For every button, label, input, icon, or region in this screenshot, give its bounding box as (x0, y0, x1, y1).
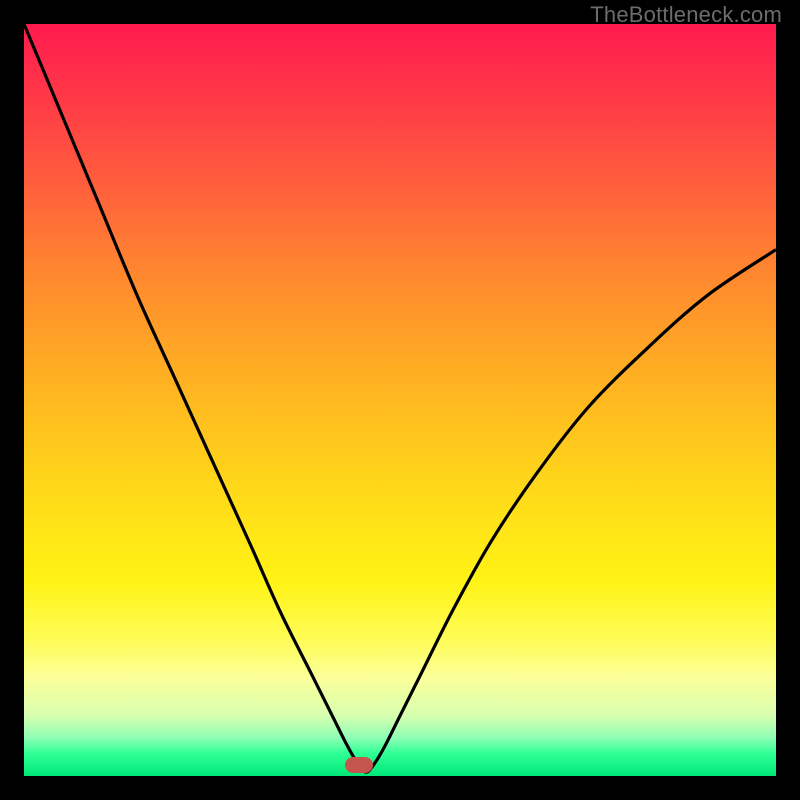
bottleneck-curve (24, 24, 776, 776)
optimal-point-marker (345, 757, 373, 773)
watermark-text: TheBottleneck.com (590, 2, 782, 28)
chart-frame: TheBottleneck.com (0, 0, 800, 800)
